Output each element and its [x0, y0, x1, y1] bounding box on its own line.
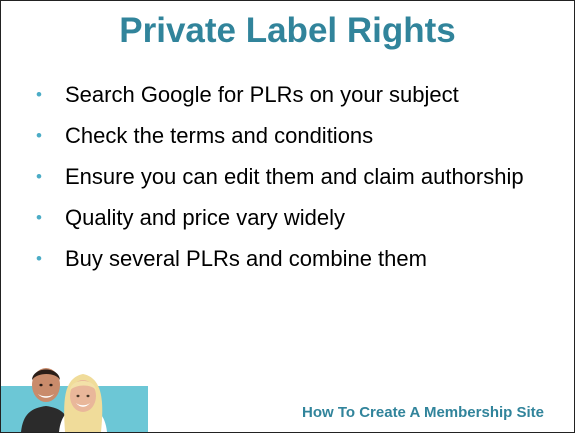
bullet-dot-icon: •: [36, 85, 42, 104]
presenters-illustration: [21, 368, 107, 432]
bullet-dot-icon: •: [36, 167, 42, 186]
presenters-photo: [1, 352, 148, 432]
bullet-dot-icon: •: [36, 208, 42, 227]
slide: Private Label Rights • Search Google for…: [0, 0, 575, 433]
woman-figure: [59, 374, 107, 432]
bullet-item: • Buy several PLRs and combine them: [36, 243, 556, 274]
bullet-dot-icon: •: [36, 126, 42, 145]
bullet-item: • Check the terms and conditions: [36, 120, 556, 151]
bullet-item: • Search Google for PLRs on your subject: [36, 79, 556, 110]
bullet-text: Search Google for PLRs on your subject: [65, 82, 459, 107]
bullet-list: • Search Google for PLRs on your subject…: [36, 79, 556, 284]
bullet-dot-icon: •: [36, 249, 42, 268]
bullet-text: Ensure you can edit them and claim autho…: [65, 164, 524, 189]
bullet-text: Check the terms and conditions: [65, 123, 374, 148]
slide-title: Private Label Rights: [119, 11, 456, 50]
bullet-item: • Ensure you can edit them and claim aut…: [36, 161, 556, 192]
bullet-text: Quality and price vary widely: [65, 205, 346, 230]
footer-site-title: How To Create A Membership Site: [302, 404, 544, 421]
bullet-text: Buy several PLRs and combine them: [65, 246, 427, 271]
bullet-item: • Quality and price vary widely: [36, 202, 556, 233]
